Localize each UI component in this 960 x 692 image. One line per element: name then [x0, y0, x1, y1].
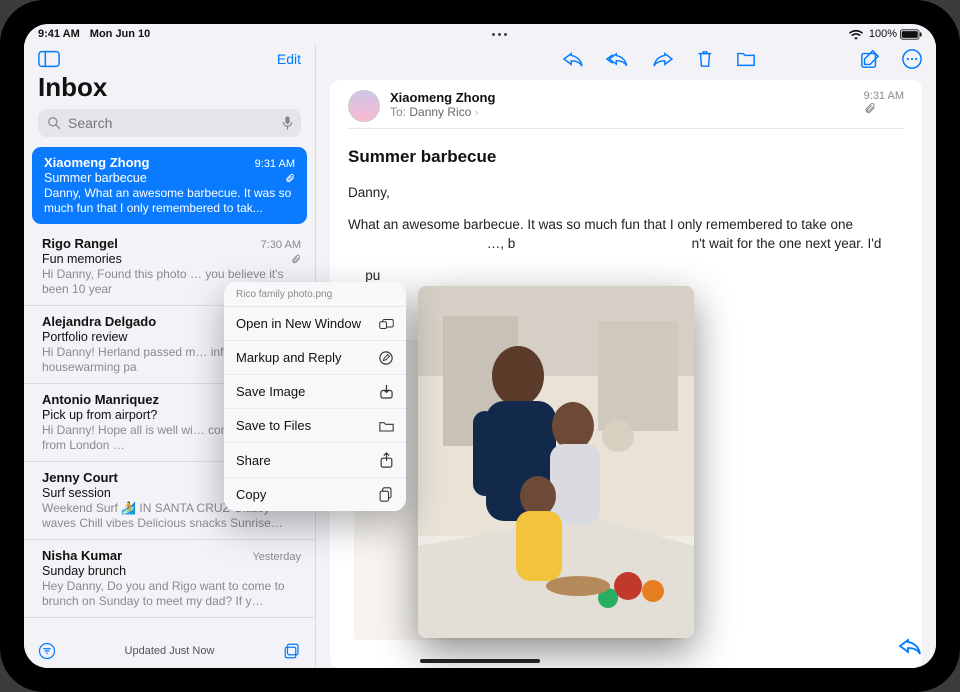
mic-icon[interactable] — [282, 116, 293, 131]
message-time: 9:31 AM — [864, 90, 904, 102]
new-window-icon — [378, 318, 394, 330]
updated-label: Updated Just Now — [56, 645, 283, 657]
sidebar-toggle-button[interactable] — [38, 50, 60, 68]
list-item[interactable]: Xiaomeng Zhong 9:31 AM Summer barbecue D… — [32, 147, 307, 224]
list-item-sender: Alejandra Delgado — [42, 314, 156, 329]
search-field[interactable] — [38, 109, 301, 137]
move-button[interactable] — [736, 50, 756, 68]
search-input[interactable] — [38, 109, 301, 137]
chevron-right-icon: › — [475, 107, 479, 119]
forward-button[interactable] — [652, 50, 674, 68]
context-menu-copy[interactable]: Copy — [224, 478, 406, 511]
context-menu-markup-reply[interactable]: Markup and Reply — [224, 341, 406, 375]
list-item-time: 7:30 AM — [261, 239, 301, 251]
battery-percent: 100% — [869, 28, 897, 40]
list-item-subject: Fun memories — [42, 252, 122, 266]
list-item-sender: Rigo Rangel — [42, 236, 118, 251]
list-item-preview: Hey Danny, Do you and Rigo want to come … — [42, 579, 301, 609]
list-item-sender: Jenny Court — [42, 470, 118, 485]
message-sender[interactable]: Xiaomeng Zhong — [390, 90, 495, 105]
toolbar — [316, 44, 936, 74]
context-menu-share[interactable]: Share — [224, 443, 406, 478]
list-item-sender: Xiaomeng Zhong — [44, 155, 149, 170]
search-icon — [47, 116, 61, 130]
markup-icon — [378, 351, 394, 365]
attachment-icon — [864, 102, 904, 114]
filter-button[interactable] — [38, 642, 56, 660]
more-button[interactable] — [902, 49, 922, 69]
wifi-icon — [849, 29, 863, 40]
reply-all-button[interactable] — [606, 50, 630, 68]
status-date: Mon Jun 10 — [90, 28, 151, 40]
new-window-button[interactable] — [283, 642, 301, 660]
battery-icon — [900, 29, 922, 40]
context-menu-save-image[interactable]: Save Image — [224, 375, 406, 409]
message-body: Danny, What an awesome barbecue. It was … — [348, 183, 904, 285]
share-icon — [378, 452, 394, 468]
list-item-sender: Nisha Kumar — [42, 548, 122, 563]
compose-button[interactable] — [860, 49, 880, 69]
context-menu: Rico family photo.png Open in New Window… — [224, 282, 406, 511]
avatar[interactable] — [348, 90, 380, 122]
attachment-icon — [291, 254, 301, 264]
message-subject: Summer barbecue — [348, 147, 904, 167]
list-item-preview: Danny, What an awesome barbecue. It was … — [44, 186, 295, 216]
ipad-frame: 9:41 AM Mon Jun 10 100% — [0, 0, 960, 692]
list-item-subject: Sunday brunch — [42, 564, 301, 578]
copy-icon — [378, 487, 394, 502]
attachment-preview-image[interactable] — [418, 286, 694, 638]
context-menu-open-new-window[interactable]: Open in New Window — [224, 307, 406, 341]
edit-button[interactable]: Edit — [277, 51, 301, 67]
list-item[interactable]: Nisha Kumar Yesterday Sunday brunch Hey D… — [24, 540, 315, 618]
reply-fab-button[interactable] — [898, 636, 922, 656]
message-recipients[interactable]: To: Danny Rico › — [390, 105, 495, 119]
reply-button[interactable] — [562, 50, 584, 68]
screen: 9:41 AM Mon Jun 10 100% — [24, 24, 936, 668]
folder-icon — [378, 420, 394, 432]
status-bar: 9:41 AM Mon Jun 10 100% — [24, 24, 936, 44]
context-menu-save-files[interactable]: Save to Files — [224, 409, 406, 443]
sidebar-footer: Updated Just Now — [24, 634, 315, 668]
page-title: Inbox — [24, 68, 315, 109]
list-item-time: 9:31 AM — [255, 158, 295, 170]
save-image-icon — [378, 384, 394, 399]
home-indicator[interactable] — [420, 659, 540, 663]
list-item-time: Yesterday — [252, 551, 301, 563]
attachment-icon — [285, 173, 295, 183]
trash-button[interactable] — [696, 49, 714, 69]
list-item-sender: Antonio Manriquez — [42, 392, 159, 407]
status-time: 9:41 AM — [38, 28, 80, 40]
context-menu-filename: Rico family photo.png — [224, 282, 406, 307]
multitasking-dots[interactable] — [492, 33, 507, 36]
list-item-subject: Summer barbecue — [44, 171, 147, 185]
